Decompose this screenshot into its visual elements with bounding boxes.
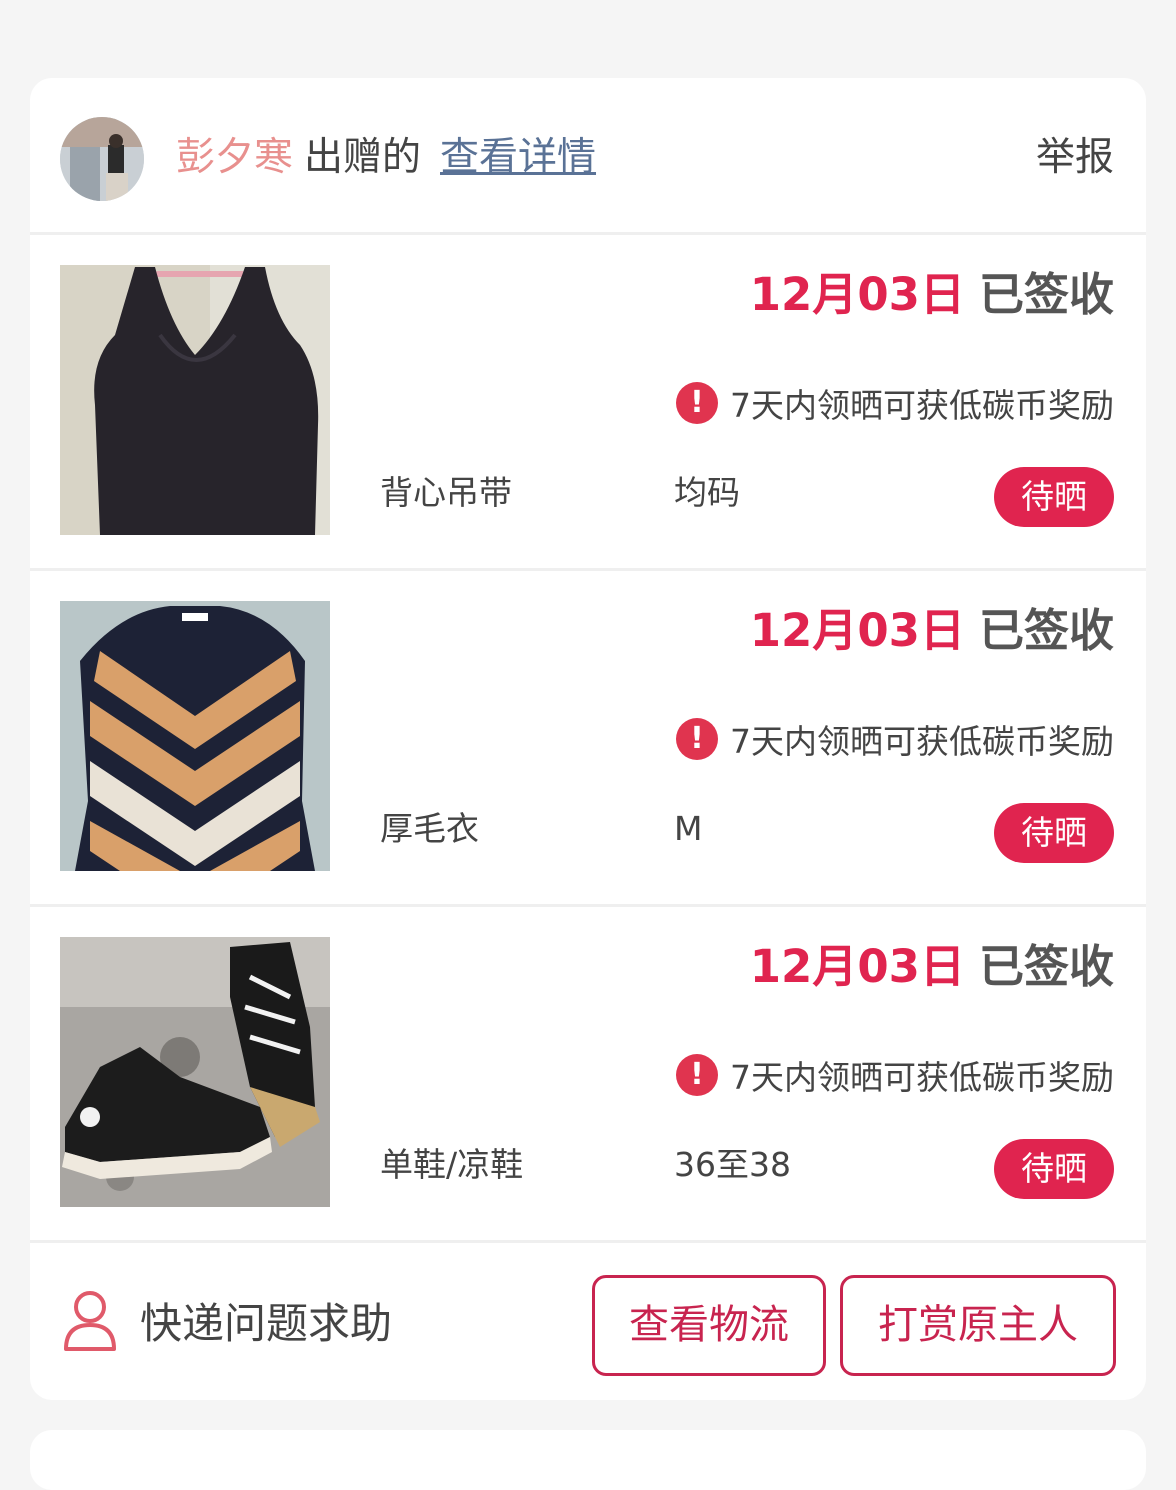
item-name: 背心吊带 — [380, 473, 512, 512]
signed-status: 已签收 — [978, 940, 1114, 993]
notice-text: 7天内领晒可获低碳币奖励 — [730, 722, 1114, 761]
item-size: 均码 — [674, 473, 740, 512]
item-size: M — [674, 809, 703, 848]
pending-share-button[interactable]: 待晒 — [994, 1139, 1114, 1199]
card-footer: 快递问题求助 查看物流 打赏原主人 — [30, 1245, 1146, 1400]
person-icon — [64, 1291, 116, 1351]
view-details-link[interactable]: 查看详情 — [440, 130, 596, 186]
signed-date: 12月03日 — [749, 940, 965, 993]
tip-owner-button[interactable]: 打赏原主人 — [840, 1275, 1116, 1376]
item-thumbnail[interactable] — [60, 937, 330, 1207]
list-item[interactable]: 12月03日 已签收 ! 7天内领晒可获低碳币奖励 厚毛衣 M 待晒 — [30, 571, 1146, 907]
list-item[interactable]: 12月03日 已签收 ! 7天内领晒可获低碳币奖励 单鞋/凉鞋 36至38 待晒 — [30, 907, 1146, 1243]
sign-status-line: 12月03日 已签收 — [750, 935, 1114, 999]
striped-sweater-photo — [60, 601, 330, 871]
sign-status-line: 12月03日 已签收 — [750, 599, 1114, 663]
signed-date: 12月03日 — [749, 268, 965, 321]
notice-text: 7天内领晒可获低碳币奖励 — [730, 386, 1114, 425]
courier-help-label: 快递问题求助 — [140, 1298, 393, 1348]
alert-icon: ! — [676, 1054, 718, 1096]
donated-label: 出赠的 — [304, 135, 422, 180]
avatar[interactable] — [60, 117, 144, 201]
item-size: 36至38 — [674, 1145, 791, 1184]
pending-share-button[interactable]: 待晒 — [994, 467, 1114, 527]
view-logistics-button[interactable]: 查看物流 — [592, 1275, 826, 1376]
next-card — [30, 1430, 1146, 1490]
black-camisole-photo — [60, 265, 330, 535]
signed-status: 已签收 — [978, 604, 1114, 657]
card-header: 彭夕寒 出赠的 查看详情 举报 — [30, 78, 1146, 235]
black-sneakers-photo — [60, 937, 330, 1207]
item-name: 厚毛衣 — [380, 809, 479, 848]
courier-help-button[interactable]: 快递问题求助 — [62, 1285, 392, 1355]
reward-notice: ! 7天内领晒可获低碳币奖励 — [676, 379, 1114, 427]
donor-name[interactable]: 彭夕寒 — [176, 130, 293, 186]
donation-card: 彭夕寒 出赠的 查看详情 举报 12月03日 已签收 ! 7天内领晒可获低碳币奖励… — [30, 78, 1146, 1400]
item-thumbnail[interactable] — [60, 265, 330, 535]
reward-notice: ! 7天内领晒可获低碳币奖励 — [676, 715, 1114, 763]
signed-status: 已签收 — [978, 268, 1114, 321]
reward-notice: ! 7天内领晒可获低碳币奖励 — [676, 1051, 1114, 1099]
alert-icon: ! — [676, 718, 718, 760]
item-name: 单鞋/凉鞋 — [380, 1145, 524, 1184]
sign-status-line: 12月03日 已签收 — [750, 263, 1114, 327]
alert-icon: ! — [676, 382, 718, 424]
avatar-image — [60, 117, 144, 201]
signed-date: 12月03日 — [749, 604, 965, 657]
item-thumbnail[interactable] — [60, 601, 330, 871]
report-button[interactable]: 举报 — [1036, 130, 1114, 186]
notice-text: 7天内领晒可获低碳币奖励 — [730, 1058, 1114, 1097]
pending-share-button[interactable]: 待晒 — [994, 803, 1114, 863]
list-item[interactable]: 12月03日 已签收 ! 7天内领晒可获低碳币奖励 背心吊带 均码 待晒 — [30, 235, 1146, 571]
